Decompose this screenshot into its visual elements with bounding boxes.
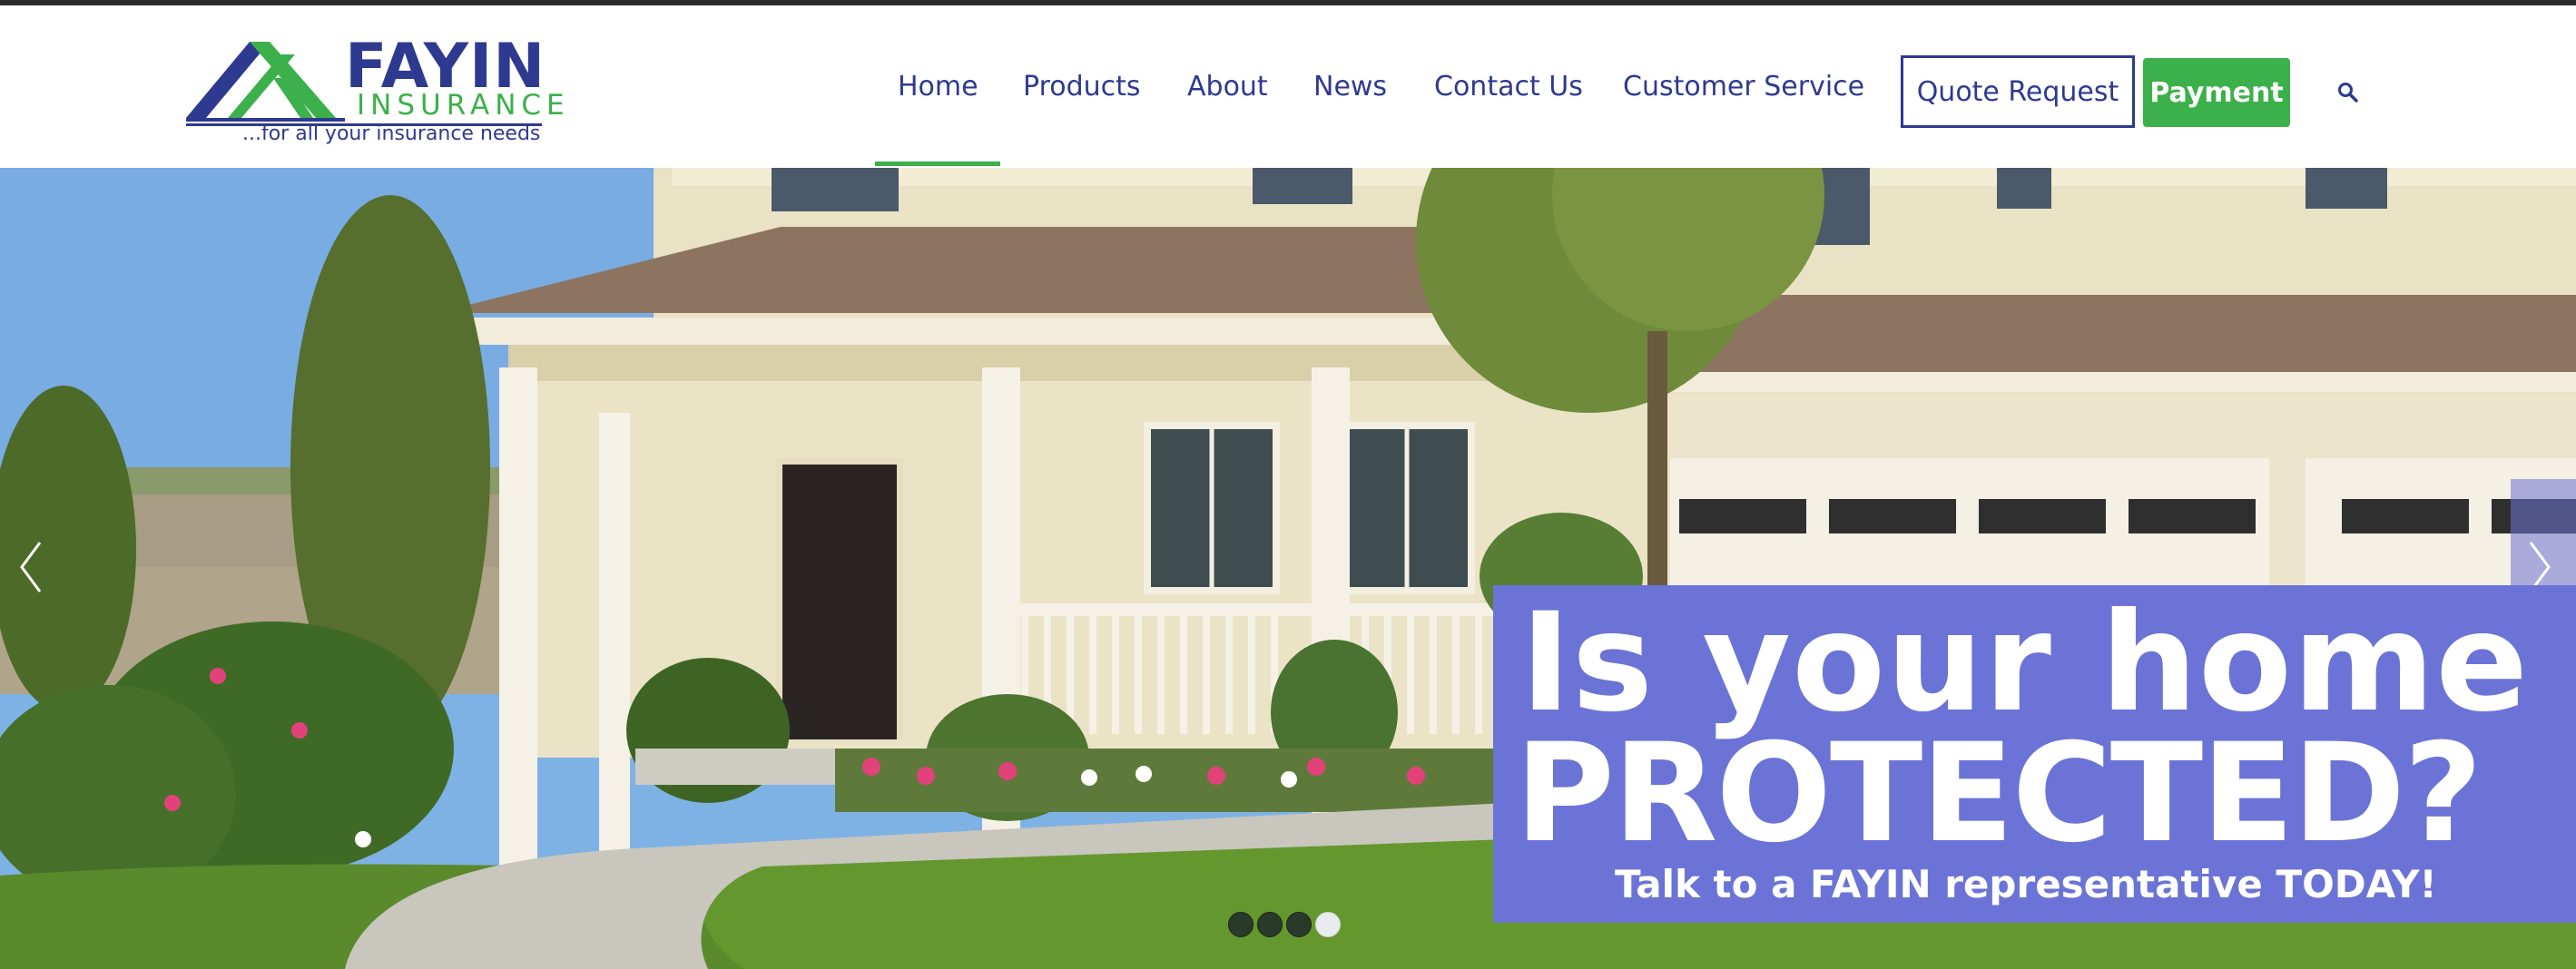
nav-contact-us[interactable]: Contact Us [1434,5,1583,168]
nav-home[interactable]: Home [898,5,978,168]
promo-headline-line2: PROTECTED? [1515,715,2483,873]
search-icon[interactable] [2336,81,2358,103]
quote-request-button[interactable]: Quote Request [1901,55,2135,128]
nav-customer-service[interactable]: Customer Service [1623,5,1864,168]
hero-slider: Is your home PROTECTED? Talk to a FAYIN … [0,168,2576,969]
nav-products[interactable]: Products [1023,5,1141,168]
slide-dot-1[interactable] [1228,912,1254,937]
promo-subline: Talk to a FAYIN representative TODAY! [1615,862,2437,906]
nav-about[interactable]: About [1187,5,1268,168]
previous-slide-icon[interactable] [13,535,49,599]
slide-dot-4[interactable] [1315,912,1341,937]
nav-active-indicator [875,162,1000,166]
promo-banner: Is your home PROTECTED? Talk to a FAYIN … [1493,585,2576,923]
slide-dot-2[interactable] [1257,912,1283,937]
payment-button[interactable]: Payment [2143,58,2290,127]
logo-tagline: ...for all your insurance needs [242,122,541,145]
logo-mark-icon [186,42,345,122]
slide-indicators [1228,912,1341,939]
logo[interactable]: FAYIN INSURANCE ...for all your insuranc… [186,33,565,151]
nav-news[interactable]: News [1313,5,1387,168]
site-header: FAYIN INSURANCE ...for all your insuranc… [0,5,2576,169]
promo-headline-line1: Is your home [1520,584,2529,742]
slide-dot-3[interactable] [1286,912,1312,937]
